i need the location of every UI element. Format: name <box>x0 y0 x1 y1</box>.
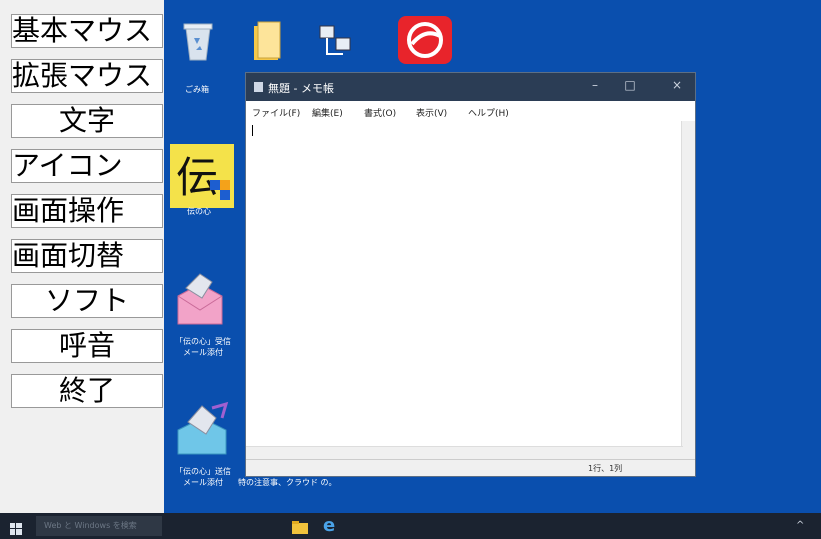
notepad-titlebar[interactable]: 無題 - メモ帳 – □ × <box>246 73 695 101</box>
text-caret <box>252 125 253 136</box>
menu-icon[interactable]: アイコン <box>11 149 163 183</box>
menu-call-sound[interactable]: 呼音 <box>11 329 163 363</box>
recycle-bin-icon[interactable] <box>176 18 220 64</box>
taskbar-search-input[interactable]: Web と Windows を検索 <box>36 516 162 536</box>
svg-text:伝: 伝 <box>176 153 218 202</box>
chevron-up-icon[interactable]: ^ <box>796 520 806 531</box>
close-button[interactable]: × <box>668 78 686 92</box>
notepad-title: 無題 - メモ帳 <box>268 82 334 95</box>
notepad-text-area[interactable] <box>246 121 683 461</box>
menu-edit[interactable]: 編集(E) <box>312 106 343 119</box>
notepad-menubar: ファイル(F) 編集(E) 書式(O) 表示(V) ヘルプ(H) <box>246 101 695 122</box>
den-no-shin-label: 伝の心 <box>187 207 211 216</box>
menu-extended-mouse[interactable]: 拡張マウス <box>11 59 163 93</box>
mail-receive-icon[interactable] <box>172 268 228 328</box>
minimize-button[interactable]: – <box>586 78 604 92</box>
menu-text[interactable]: 文字 <box>11 104 163 138</box>
side-menu: 基本マウス 拡張マウス 文字 アイコン 画面操作 画面切替 ソフト 呼音 終了 <box>0 0 164 513</box>
maximize-button[interactable]: □ <box>621 78 639 92</box>
notepad-window[interactable]: 無題 - メモ帳 – □ × ファイル(F) 編集(E) 書式(O) 表示(V)… <box>245 72 696 477</box>
cursor-position: 1行、1列 <box>588 464 623 473</box>
notepad-statusbar: 1行、1列 <box>246 459 695 476</box>
menu-view[interactable]: 表示(V) <box>416 106 447 119</box>
notepad-app-icon <box>254 82 263 92</box>
menu-help[interactable]: ヘルプ(H) <box>468 106 509 119</box>
recycle-bin-label: ごみ箱 <box>185 85 209 94</box>
mail-send-label-2: メール添付 <box>183 478 223 487</box>
partial-desktop-label: 特の注意事、クラウド の。 <box>238 478 337 487</box>
network-app-icon[interactable] <box>316 20 356 64</box>
den-no-shin-icon[interactable]: 伝 <box>170 144 234 208</box>
menu-basic-mouse[interactable]: 基本マウス <box>11 14 163 48</box>
mail-send-label-1: 「伝の心」送信 <box>175 467 231 476</box>
menu-software[interactable]: ソフト <box>11 284 163 318</box>
menu-screen-switch[interactable]: 画面切替 <box>11 239 163 273</box>
horizontal-scrollbar[interactable] <box>246 446 683 460</box>
security-app-icon[interactable] <box>396 14 454 66</box>
mail-receive-label-1: 「伝の心」受信 <box>175 337 231 346</box>
folder-icon[interactable] <box>252 18 286 64</box>
mail-receive-label-2: メール添付 <box>183 348 223 357</box>
windows-start-icon[interactable] <box>10 520 22 535</box>
vertical-scrollbar[interactable] <box>681 121 695 461</box>
menu-screen-operation[interactable]: 画面操作 <box>11 194 163 228</box>
edge-browser-icon[interactable]: e <box>323 517 341 535</box>
file-explorer-icon[interactable] <box>292 519 308 534</box>
menu-exit[interactable]: 終了 <box>11 374 163 408</box>
menu-format[interactable]: 書式(O) <box>364 106 396 119</box>
taskbar: Web と Windows を検索 e ^ <box>0 513 821 539</box>
menu-file[interactable]: ファイル(F) <box>252 106 300 119</box>
mail-send-icon[interactable] <box>172 398 232 458</box>
